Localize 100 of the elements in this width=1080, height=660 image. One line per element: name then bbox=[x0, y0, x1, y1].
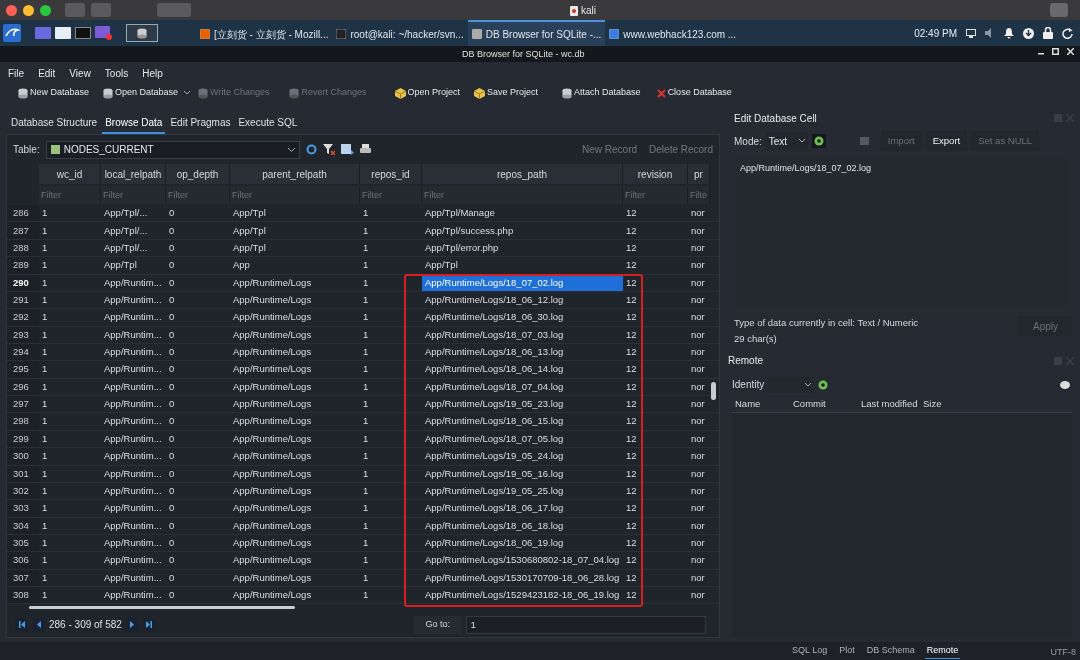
table-cell[interactable]: App/Runtime/Logs/18_06_12.log bbox=[422, 291, 623, 309]
filter-field[interactable]: Filter bbox=[360, 186, 422, 205]
table-cell[interactable]: nor bbox=[688, 465, 710, 482]
tab[interactable]: Execute SQL bbox=[235, 115, 301, 134]
table-cell[interactable]: App/Runtime/Logs/18_06_14.log bbox=[422, 361, 623, 378]
toolbar-button[interactable]: Attach Database bbox=[562, 86, 641, 100]
table-cell[interactable]: App/Runtime/Logs/1529423182-18_06_19.log bbox=[422, 587, 623, 604]
row-number[interactable]: 298 bbox=[7, 413, 39, 430]
table-cell[interactable]: App/Tpl bbox=[230, 239, 360, 257]
table-cell[interactable]: 1 bbox=[360, 222, 422, 239]
table-cell[interactable]: 0 bbox=[166, 517, 230, 534]
dock-tab[interactable]: SQL Log bbox=[790, 644, 830, 659]
filter-field[interactable]: Filter bbox=[623, 186, 688, 205]
table-cell[interactable]: 0 bbox=[166, 274, 230, 291]
table-cell[interactable]: App/Runtim... bbox=[101, 309, 166, 326]
table-cell[interactable]: App/Tpl/... bbox=[101, 239, 166, 257]
table-cell[interactable]: App/Runtim... bbox=[101, 482, 166, 500]
table-cell[interactable]: 1 bbox=[360, 500, 422, 517]
table-cell[interactable]: nor bbox=[688, 587, 710, 604]
table-cell[interactable]: 12 bbox=[623, 239, 688, 257]
table-cell[interactable]: 1 bbox=[360, 257, 422, 274]
table-cell[interactable]: nor bbox=[688, 517, 710, 534]
table-cell[interactable]: nor bbox=[688, 222, 710, 239]
row-number[interactable]: 287 bbox=[7, 222, 39, 239]
table-cell[interactable]: nor bbox=[688, 274, 710, 291]
table-cell[interactable]: nor bbox=[688, 378, 710, 396]
dock-tab[interactable]: Plot bbox=[837, 644, 857, 659]
table-cell[interactable]: 1 bbox=[360, 465, 422, 482]
table-cell[interactable]: 12 bbox=[623, 500, 688, 517]
table-cell[interactable]: App/Runtim... bbox=[101, 274, 166, 291]
table-cell[interactable]: 1 bbox=[360, 326, 422, 343]
filter-field[interactable]: Filter bbox=[422, 186, 623, 205]
table-cell[interactable]: nor bbox=[688, 291, 710, 309]
filter-field[interactable]: Filter bbox=[230, 186, 360, 205]
dock-tab[interactable]: Remote bbox=[924, 644, 961, 659]
table-cell[interactable]: 1 bbox=[360, 361, 422, 378]
column-header[interactable]: local_relpath bbox=[101, 164, 166, 185]
table-cell[interactable]: App/Runtime/Logs/19_05_16.log bbox=[422, 465, 623, 482]
row-number[interactable]: 306 bbox=[7, 552, 39, 569]
table-cell[interactable]: nor bbox=[688, 396, 710, 413]
toolbar-button[interactable]: New Database bbox=[18, 86, 90, 100]
table-cell[interactable]: App/Tpl/success.php bbox=[422, 222, 623, 239]
table-cell[interactable]: nor bbox=[688, 205, 710, 222]
table-cell[interactable]: App/Runtime/Logs bbox=[230, 482, 360, 500]
table-cell[interactable]: 12 bbox=[623, 222, 688, 239]
table-cell[interactable]: 12 bbox=[623, 378, 688, 396]
table-cell[interactable]: 1 bbox=[360, 396, 422, 413]
table-cell[interactable]: 0 bbox=[166, 361, 230, 378]
table-cell[interactable]: 1 bbox=[39, 222, 101, 239]
column-header[interactable]: parent_relpath bbox=[230, 164, 360, 185]
delete-record-button[interactable]: Delete Record bbox=[649, 142, 713, 158]
table-cell[interactable]: 1 bbox=[360, 378, 422, 396]
table-cell[interactable]: 12 bbox=[623, 344, 688, 361]
table-cell[interactable]: App/Runtime/Logs bbox=[230, 552, 360, 569]
table-cell[interactable]: App/Runtime/Logs/18_07_04.log bbox=[422, 378, 623, 396]
table-cell[interactable]: 12 bbox=[623, 205, 688, 222]
table-cell[interactable]: App/Runtime/Logs bbox=[230, 413, 360, 430]
table-cell[interactable]: App/Runtime/Logs bbox=[230, 569, 360, 586]
table-cell[interactable]: 12 bbox=[623, 291, 688, 309]
table-dropdown[interactable]: NODES_CURRENT bbox=[45, 140, 300, 159]
toolbar-button[interactable]: Save Project bbox=[474, 86, 539, 100]
table-cell[interactable]: 1 bbox=[39, 500, 101, 517]
table-cell[interactable]: 0 bbox=[166, 344, 230, 361]
table-cell[interactable]: 1 bbox=[360, 205, 422, 222]
table-cell[interactable]: 0 bbox=[166, 309, 230, 326]
tab[interactable]: Database Structure bbox=[8, 115, 101, 134]
table-cell[interactable]: 0 bbox=[166, 257, 230, 274]
panel-button[interactable]: Export bbox=[925, 131, 968, 151]
table-cell[interactable]: 1 bbox=[39, 344, 101, 361]
table-cell[interactable]: App/Runtime/Logs bbox=[230, 448, 360, 465]
column-header[interactable]: pr bbox=[688, 164, 710, 185]
table-cell[interactable]: 1 bbox=[39, 291, 101, 309]
table-cell[interactable]: App/Runtim... bbox=[101, 552, 166, 569]
table-cell[interactable]: nor bbox=[688, 448, 710, 465]
table-cell[interactable]: 0 bbox=[166, 205, 230, 222]
taskbar-item[interactable]: [立刻货 - 立刻货 - Mozill... bbox=[196, 20, 333, 46]
row-number[interactable]: 295 bbox=[7, 361, 39, 378]
table-cell[interactable]: App/Tpl/... bbox=[101, 205, 166, 222]
table-cell[interactable]: App/Runtime/Logs bbox=[230, 378, 360, 396]
table-cell[interactable]: 1 bbox=[39, 274, 101, 291]
table-cell[interactable]: nor bbox=[688, 430, 710, 448]
table-cell[interactable]: App/Runtime/Logs bbox=[230, 587, 360, 604]
table-cell[interactable]: App/Runtime/Logs/19_05_25.log bbox=[422, 482, 623, 500]
table-cell[interactable]: 0 bbox=[166, 500, 230, 517]
table-cell[interactable]: 1 bbox=[39, 309, 101, 326]
table-cell[interactable]: 1 bbox=[360, 344, 422, 361]
toolbar-button[interactable]: Close Database bbox=[656, 86, 732, 100]
table-cell[interactable]: App bbox=[230, 257, 360, 274]
table-cell[interactable]: App/Runtim... bbox=[101, 344, 166, 361]
table-cell[interactable]: 1 bbox=[39, 569, 101, 586]
row-number[interactable]: 286 bbox=[7, 205, 39, 222]
table-cell[interactable]: nor bbox=[688, 344, 710, 361]
table-cell[interactable]: 0 bbox=[166, 291, 230, 309]
table-cell[interactable]: App/Runtime/Logs bbox=[230, 326, 360, 343]
table-cell[interactable]: 1 bbox=[39, 448, 101, 465]
mode-dropdown[interactable]: Text bbox=[765, 132, 808, 150]
table-cell[interactable]: 1 bbox=[39, 413, 101, 430]
table-cell[interactable]: App/Runtime/Logs bbox=[230, 465, 360, 482]
table-cell[interactable]: 1 bbox=[39, 396, 101, 413]
table-cell[interactable]: nor bbox=[688, 361, 710, 378]
